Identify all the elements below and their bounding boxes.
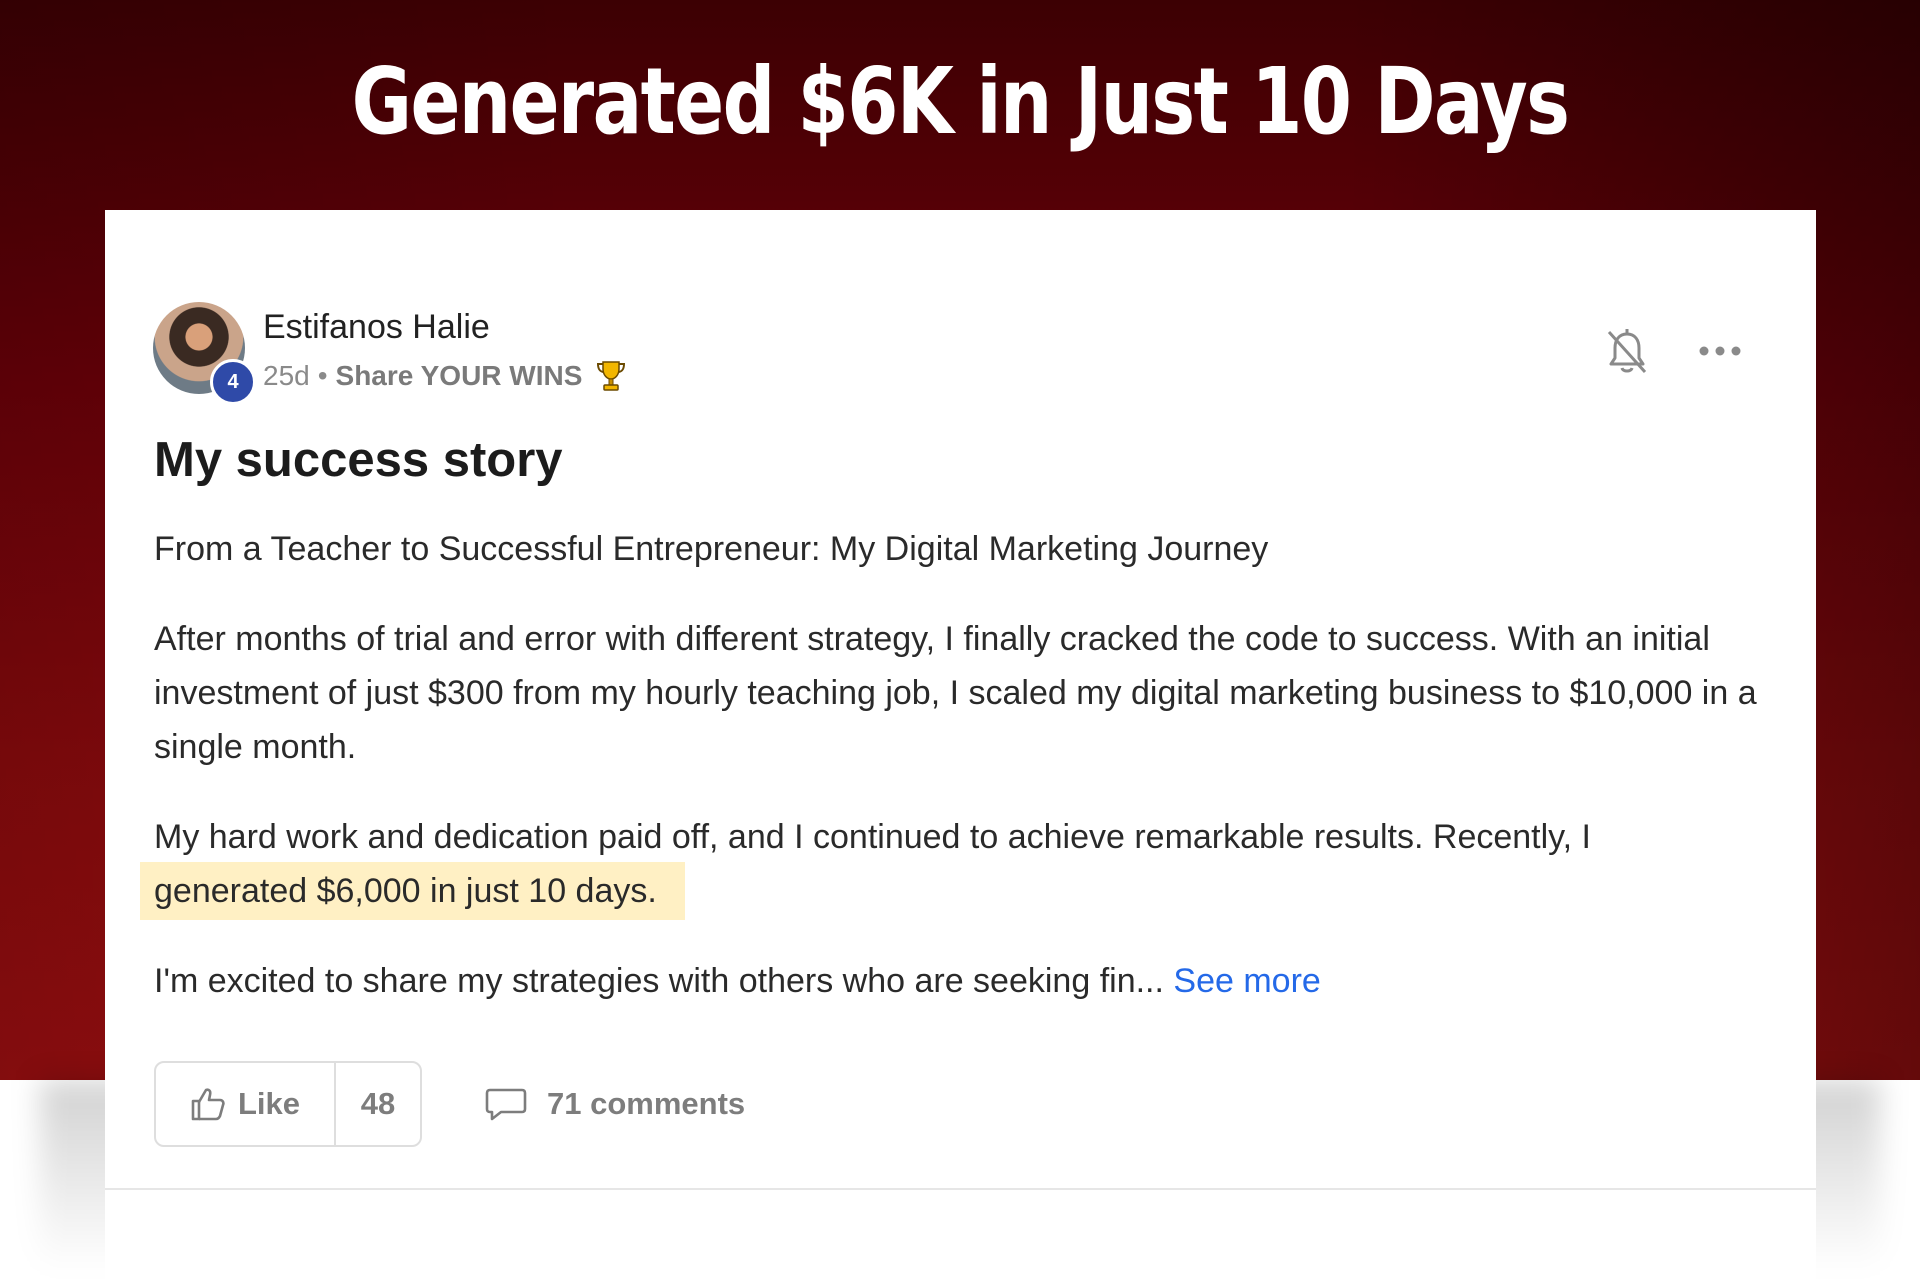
meta-separator: • (317, 360, 328, 391)
like-control: Like 48 (154, 1061, 422, 1147)
trophy-icon (597, 361, 626, 391)
post-title: My success story (154, 433, 563, 487)
level-badge: 4 (210, 359, 256, 405)
card-divider (105, 1188, 1816, 1190)
comment-bubble-icon (485, 1088, 527, 1121)
post-meta: 25d • Share YOUR WINS (263, 360, 626, 392)
post-age: 25d (263, 360, 310, 391)
highlighted-text: generated $6,000 in just 10 days. (140, 862, 685, 920)
paragraph-text: My hard work and dedication paid off, an… (154, 818, 1591, 856)
post-paragraph-highlighted: My hard work and dedication paid off, an… (140, 810, 1774, 920)
post-paragraph: After months of trial and error with dif… (154, 620, 1757, 766)
post-category[interactable]: Share YOUR WINS (336, 360, 583, 392)
post-card: 4 Estifanos Halie 25d • Share YOUR WINS … (105, 210, 1816, 1281)
post-paragraph-truncated: I'm excited to share my strategies with … (154, 954, 1774, 1008)
comments-label: 71 comments (547, 1086, 746, 1121)
paragraph-text: I'm excited to share my strategies with … (154, 962, 1174, 1000)
like-count[interactable]: 48 (336, 1086, 420, 1122)
banner-headline: Generated $6K in Just 10 Days (351, 48, 1570, 155)
see-more-link[interactable]: See more (1173, 962, 1320, 1000)
more-horizontal-icon[interactable] (1697, 338, 1743, 364)
bell-off-icon[interactable] (1605, 328, 1649, 376)
author-avatar[interactable]: 4 (153, 302, 256, 405)
like-button[interactable]: Like (156, 1063, 336, 1145)
post-subtitle: From a Teacher to Successful Entrepreneu… (154, 530, 1269, 568)
thumbs-up-icon (191, 1088, 225, 1121)
like-label: Like (237, 1086, 301, 1121)
comments-button[interactable]: 71 comments (485, 1076, 745, 1132)
author-name[interactable]: Estifanos Halie (263, 308, 490, 347)
